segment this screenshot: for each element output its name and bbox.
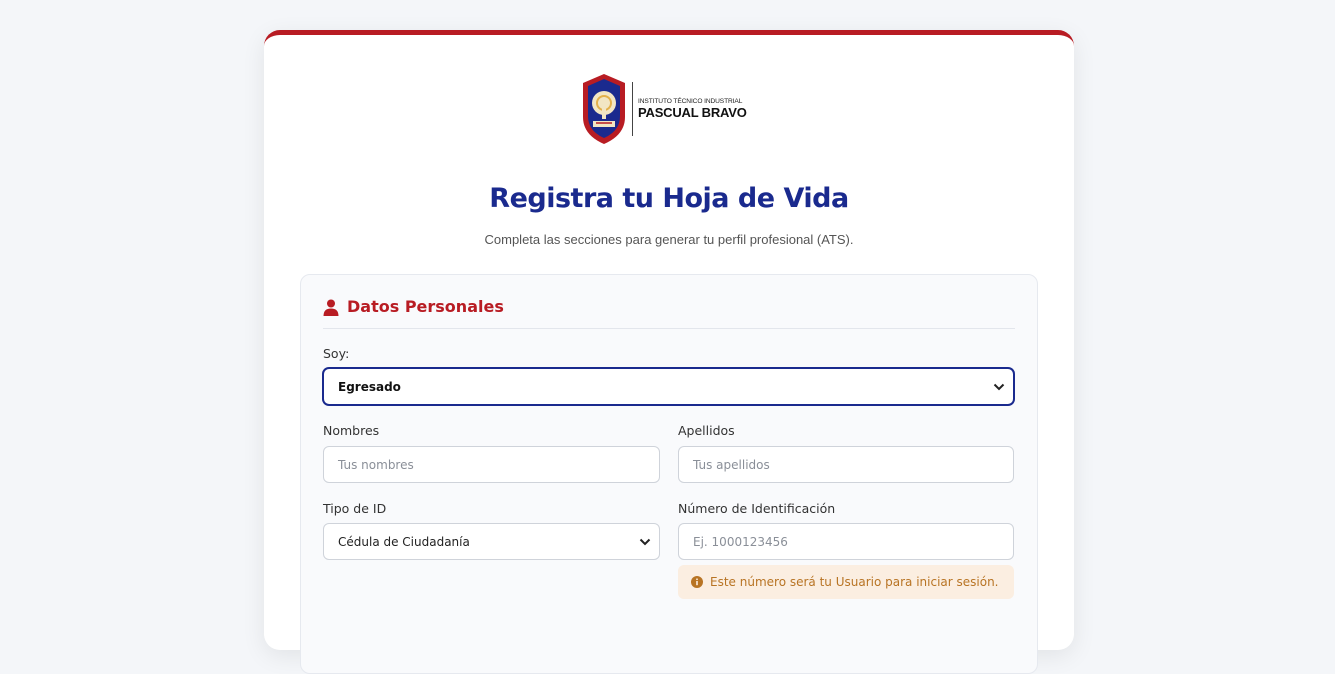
logo-line-2: PASCUAL BRAVO [638,105,747,120]
soy-select-value: Egresado [338,379,401,394]
section-header: Datos Personales [323,297,1015,329]
user-icon [323,299,339,316]
username-notice-text: Este número será tu Usuario para iniciar… [710,575,999,589]
institution-logo: INSTITUTO TÉCNICO INDUSTRIAL PASCUAL BRA… [582,72,757,146]
nombres-label: Nombres [323,423,380,438]
institution-shield-icon [583,74,625,144]
username-notice: Este número será tu Usuario para iniciar… [678,565,1014,599]
nombres-input[interactable]: Tus nombres [323,446,660,483]
tipo-id-label: Tipo de ID [323,501,387,516]
tipo-id-select[interactable]: Cédula de Ciudadanía [323,523,660,560]
personal-data-section: Datos Personales Soy: Egresado Nombres T… [300,274,1038,674]
numero-id-placeholder: Ej. 1000123456 [693,534,788,549]
soy-label: Soy: [323,346,350,361]
numero-id-input[interactable]: Ej. 1000123456 [678,523,1014,560]
apellidos-input[interactable]: Tus apellidos [678,446,1014,483]
logo-line-1: INSTITUTO TÉCNICO INDUSTRIAL [638,98,743,105]
page-subtitle: Completa las secciones para generar tu p… [484,232,854,247]
apellidos-label: Apellidos [678,423,735,438]
registration-card: INSTITUTO TÉCNICO INDUSTRIAL PASCUAL BRA… [264,30,1074,674]
info-icon [691,576,703,588]
chevron-down-icon [993,383,1005,390]
chevron-down-icon [639,538,651,545]
tipo-id-value: Cédula de Ciudadanía [338,534,470,549]
apellidos-placeholder: Tus apellidos [693,457,770,472]
soy-select[interactable]: Egresado [323,368,1014,405]
nombres-placeholder: Tus nombres [338,457,414,472]
numero-id-label: Número de Identificación [678,501,836,516]
section-title: Datos Personales [347,297,504,316]
page-title: Registra tu Hoja de Vida [489,183,849,214]
